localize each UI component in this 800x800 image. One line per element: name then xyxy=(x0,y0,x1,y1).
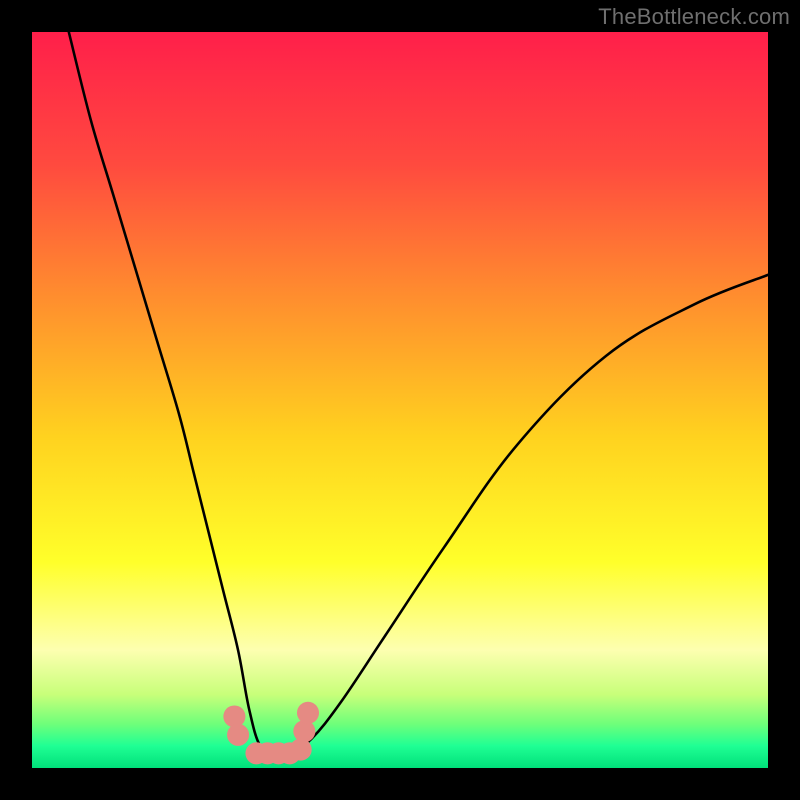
bottleneck-curve xyxy=(69,32,768,755)
marker-dot xyxy=(223,705,245,727)
marker-dot xyxy=(227,724,249,746)
marker-dot xyxy=(297,702,319,724)
chart-frame: TheBottleneck.com xyxy=(0,0,800,800)
curve-markers xyxy=(223,702,319,765)
plot-area xyxy=(32,32,768,768)
chart-svg xyxy=(32,32,768,768)
marker-dot xyxy=(290,739,312,761)
marker-dot xyxy=(293,720,315,742)
watermark-text: TheBottleneck.com xyxy=(598,4,790,30)
